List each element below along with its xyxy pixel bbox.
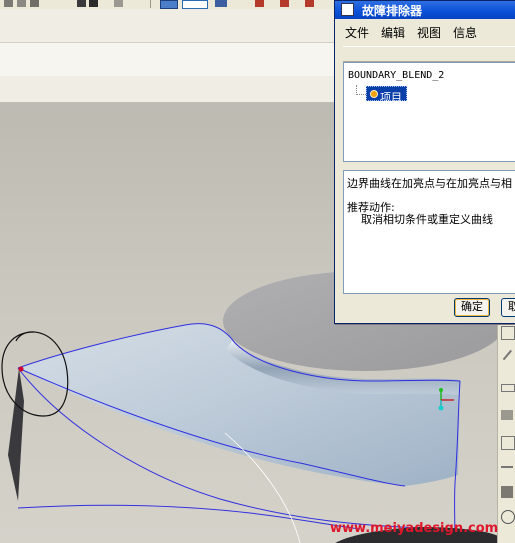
tree-item-selected[interactable]: 项目 1	[366, 86, 413, 104]
revolve-icon[interactable]	[501, 510, 515, 524]
tree-item-label: 项目 1	[380, 91, 413, 104]
app-icon	[341, 3, 354, 16]
cancel-button[interactable]: 取消	[501, 298, 515, 317]
csys-icon[interactable]	[501, 436, 515, 450]
datum-curve-icon[interactable]	[501, 384, 515, 392]
toolbar-button[interactable]	[89, 0, 98, 7]
toolbar-button[interactable]	[77, 0, 86, 7]
tree-root-label[interactable]: BOUNDARY_BLEND_2	[348, 70, 444, 81]
datum-icon[interactable]	[280, 0, 289, 7]
tree-connector	[356, 85, 366, 95]
app-window: 故障排除器 文件 编辑 视图 信息 BOUNDARY_BLEND_2 项目 1 …	[0, 0, 515, 543]
extrude-icon[interactable]	[501, 486, 513, 498]
watermark-text: www.meiyadesign.com	[330, 521, 499, 536]
sketch-icon[interactable]	[255, 0, 264, 7]
problem-point	[18, 366, 24, 372]
dialog-menubar: 文件 编辑 视图 信息	[335, 21, 515, 41]
datum-point-icon[interactable]	[501, 410, 513, 420]
failure-tree[interactable]: BOUNDARY_BLEND_2 项目 1	[343, 62, 515, 162]
recommend-text: 取消相切条件或重定义曲线	[347, 213, 493, 226]
datum-plane-icon[interactable]	[501, 326, 515, 340]
error-message: 边界曲线在加亮点与在加亮点与相	[347, 177, 512, 190]
bottom-curve	[17, 504, 361, 530]
toolbar-button[interactable]	[114, 0, 123, 7]
toolbar-separator	[150, 0, 151, 8]
dialog-title: 故障排除器	[362, 4, 423, 18]
sketch-tool-icon[interactable]	[501, 462, 513, 468]
troubleshooter-dialog: 故障排除器 文件 编辑 视图 信息 BOUNDARY_BLEND_2 项目 1 …	[334, 0, 515, 324]
axis-icon[interactable]	[305, 0, 314, 7]
refit-icon[interactable]	[182, 0, 208, 9]
left-plane	[8, 368, 24, 501]
toolbar-button[interactable]	[17, 0, 26, 7]
spin-center-icon[interactable]	[215, 0, 227, 7]
menu-info[interactable]: 信息	[453, 24, 477, 41]
dialog-toolbar	[343, 46, 515, 62]
toolbar-button[interactable]	[30, 0, 39, 7]
warning-dot-icon	[370, 90, 378, 98]
toolbar-button[interactable]	[4, 0, 13, 7]
right-toolbar	[497, 322, 515, 543]
ok-button[interactable]: 确定	[454, 298, 490, 317]
view-orient-icon[interactable]	[160, 0, 178, 9]
message-pane: 边界曲线在加亮点与在加亮点与相 推荐动作: 取消相切条件或重定义曲线	[343, 170, 515, 294]
menu-view[interactable]: 视图	[417, 24, 441, 41]
menu-edit[interactable]: 编辑	[381, 24, 405, 41]
menu-file[interactable]: 文件	[345, 24, 369, 41]
dialog-titlebar[interactable]: 故障排除器	[335, 1, 515, 19]
datum-axis-icon[interactable]	[502, 349, 515, 363]
